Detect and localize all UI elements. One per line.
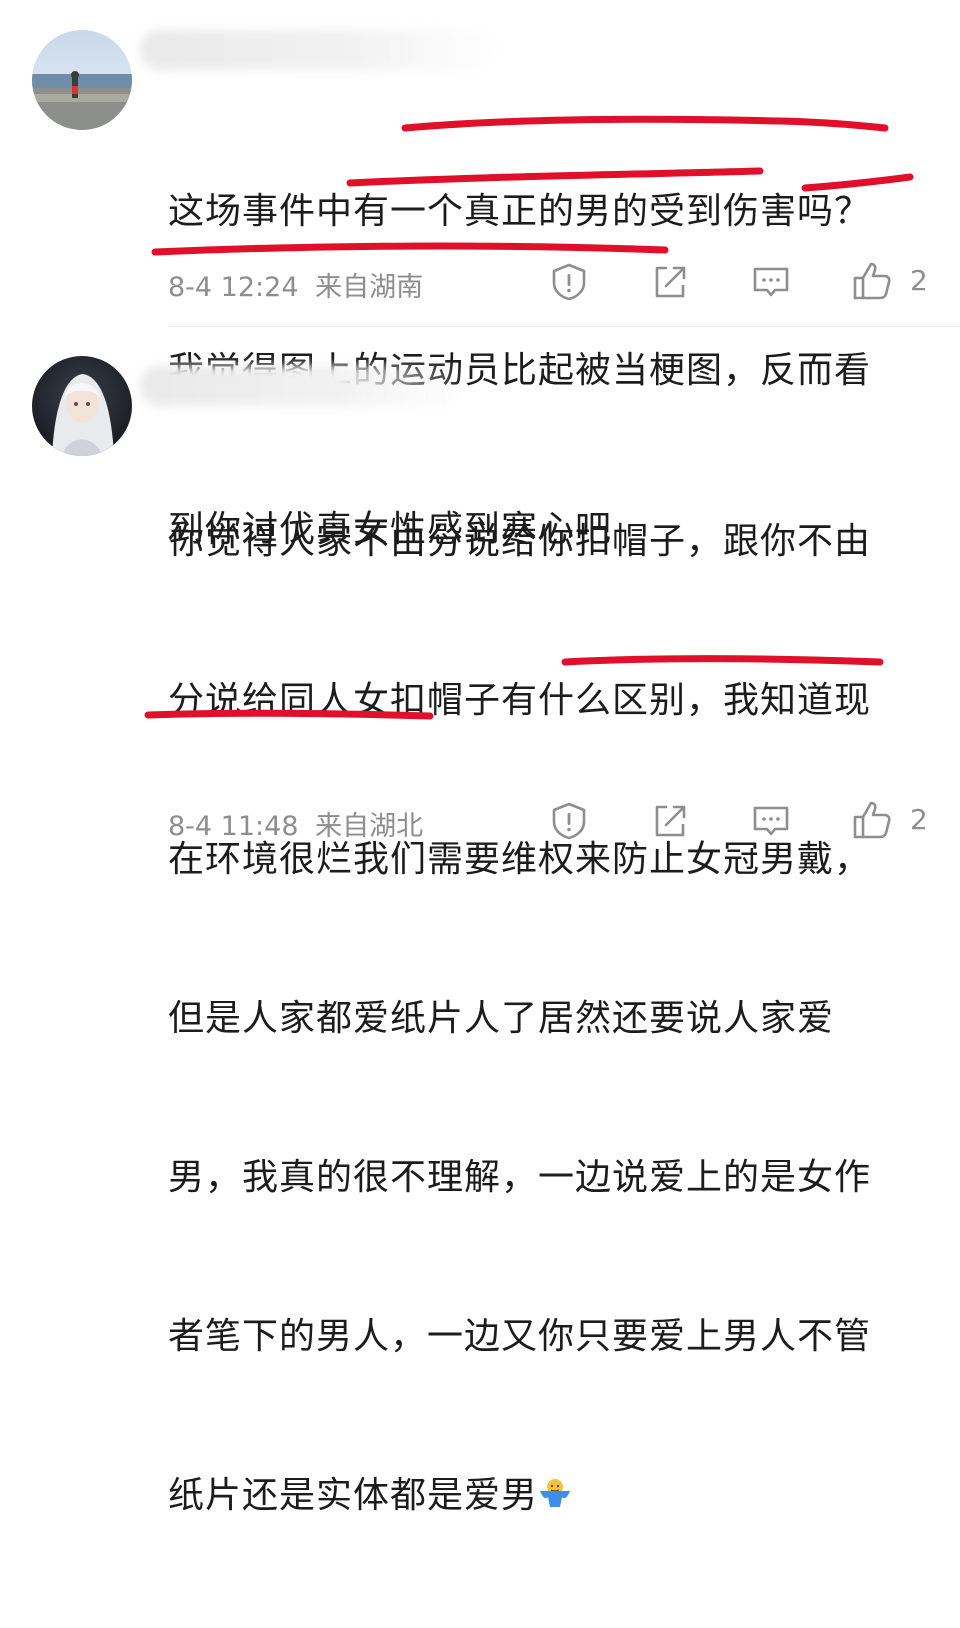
comment-1: 这场事件中有一个真正的男的受到伤害吗？ 我觉得图上的运动员比起被当梗图，反而看 … bbox=[0, 0, 960, 550]
share-icon bbox=[655, 266, 686, 298]
like-button[interactable] bbox=[852, 799, 892, 839]
divider bbox=[168, 326, 960, 327]
comment-line: 分说给同人女扣帽子有什么区别，我知道现 bbox=[168, 680, 872, 721]
share-button[interactable] bbox=[650, 801, 690, 841]
report-button[interactable] bbox=[549, 262, 589, 302]
like-button[interactable] bbox=[852, 260, 892, 300]
reply-button[interactable] bbox=[751, 262, 791, 302]
username-blurred[interactable] bbox=[140, 30, 500, 70]
share-button[interactable] bbox=[650, 262, 690, 302]
comment-line: 男，我真的很不理解，一边说爱上的是女作 bbox=[168, 1157, 872, 1198]
comment-line-text: 纸片还是实体都是爱男 bbox=[168, 1475, 539, 1516]
comment-line: 你觉得人家不由分说给你扣帽子，跟你不由 bbox=[168, 521, 872, 562]
username-blurred[interactable] bbox=[140, 366, 470, 406]
like-count: 2 bbox=[910, 264, 928, 297]
like-icon bbox=[853, 262, 891, 300]
beach-photo-avatar-icon bbox=[32, 30, 132, 130]
like-icon bbox=[853, 801, 891, 839]
comment-meta: 8-4 12:24 来自湖南 bbox=[168, 265, 423, 304]
timestamp: 8-4 11:48 bbox=[168, 811, 299, 842]
comment-line: 但是人家都爱纸片人了居然还要说人家爱 bbox=[168, 998, 835, 1039]
timestamp: 8-4 12:24 bbox=[168, 272, 299, 303]
anime-character-avatar-icon bbox=[32, 356, 132, 456]
like-count: 2 bbox=[910, 803, 928, 836]
location: 来自湖北 bbox=[315, 811, 424, 842]
comment-meta: 8-4 11:48 来自湖北 bbox=[168, 804, 423, 843]
avatar[interactable] bbox=[32, 30, 132, 130]
comment-line: 者笔下的男人，一边又你只要爱上男人不管 bbox=[168, 1316, 872, 1357]
report-button[interactable] bbox=[549, 801, 589, 841]
comment-body: 你觉得人家不由分说给你扣帽子，跟你不由 分说给同人女扣帽子有什么区别，我知道现 … bbox=[168, 409, 938, 1628]
comment-line: 这场事件中有一个真正的男的受到伤害吗？ bbox=[168, 191, 872, 232]
reply-button[interactable] bbox=[751, 801, 791, 841]
report-icon bbox=[552, 802, 586, 840]
share-icon bbox=[655, 805, 686, 837]
avatar[interactable] bbox=[32, 356, 132, 456]
shrug-emoji-icon bbox=[540, 1479, 571, 1507]
location: 来自湖南 bbox=[315, 272, 424, 303]
report-icon bbox=[552, 263, 586, 301]
reply-icon bbox=[753, 267, 789, 297]
reply-icon bbox=[753, 806, 789, 836]
comment-line: 纸片还是实体都是爱男 bbox=[168, 1469, 938, 1522]
comment-2: 你觉得人家不由分说给你扣帽子，跟你不由 分说给同人女扣帽子有什么区别，我知道现 … bbox=[0, 330, 960, 1516]
